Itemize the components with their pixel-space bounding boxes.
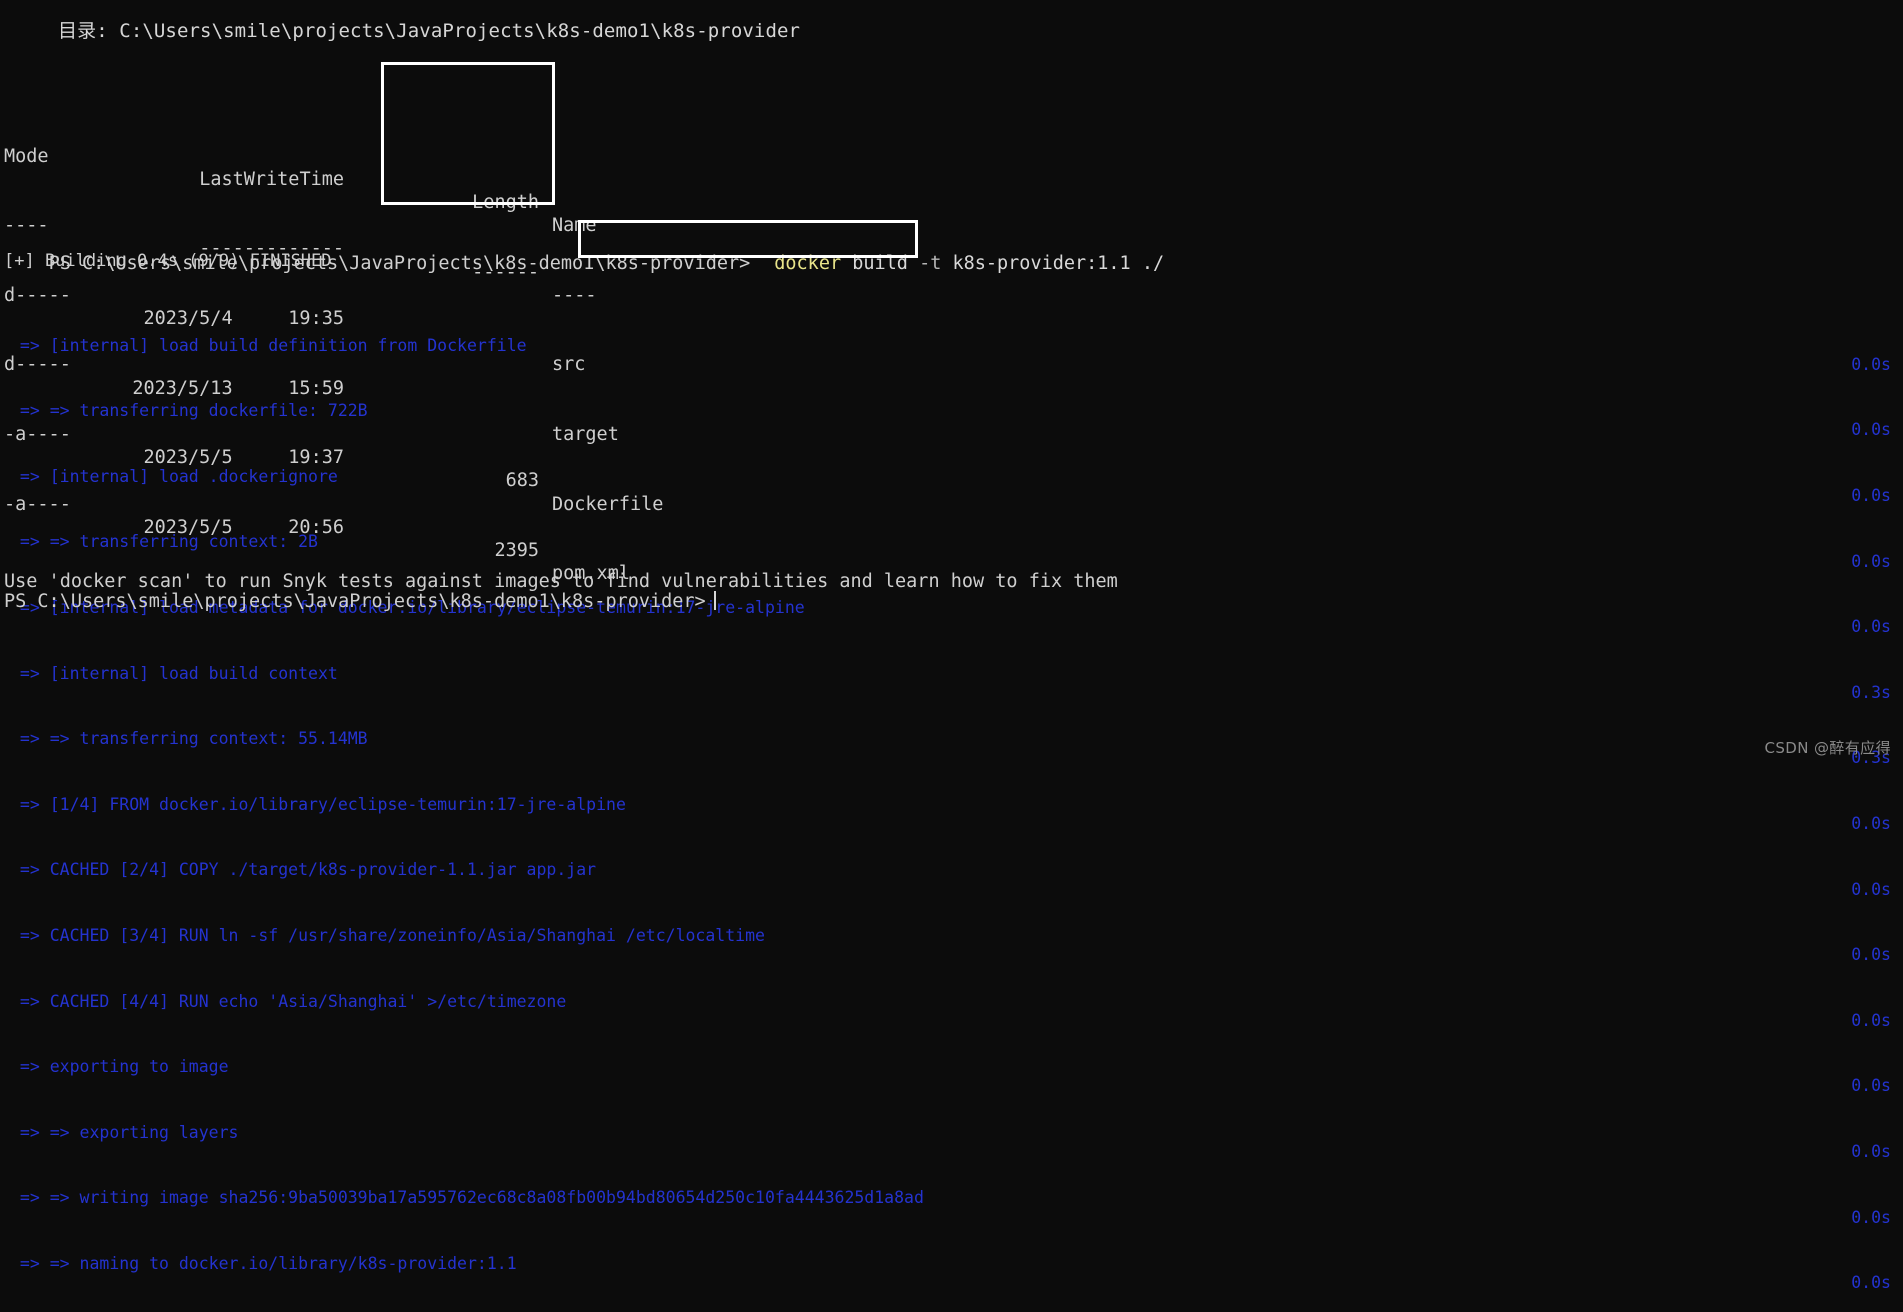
build-step-row: => => exporting layers 0.0s	[4, 1104, 1903, 1161]
build-step-row: => [internal] load build context 0.3s	[4, 644, 1903, 702]
build-step-text: => => writing image sha256:9ba50039ba17a…	[10, 1188, 924, 1208]
build-step-time: 0.0s	[1851, 354, 1891, 374]
final-prompt-path: PS C:\Users\smile\projects\JavaProjects\…	[4, 591, 706, 612]
build-step-time: 0.0s	[1851, 945, 1891, 965]
build-step-time: 0.0s	[1851, 420, 1891, 440]
build-step-row: => => transferring dockerfile: 722B 0.0s	[4, 382, 1903, 439]
build-step-row: => => naming to docker.io/library/k8s-pr…	[4, 1235, 1903, 1292]
build-step-time: 0.0s	[1851, 551, 1891, 571]
build-step-text: => exporting to image	[10, 1057, 229, 1077]
build-step-text: => [1/4] FROM docker.io/library/eclipse-…	[10, 794, 626, 814]
column-header-lastwritetime: LastWriteTime	[199, 168, 344, 190]
build-step-row: => exporting to image 0.0s	[4, 1038, 1903, 1095]
column-header-length: Length	[472, 192, 539, 214]
build-step-row: => => transferring context: 2B 0.0s	[4, 513, 1903, 570]
build-step-row: => [1/4] FROM docker.io/library/eclipse-…	[4, 776, 1903, 833]
build-step-text: => CACHED [3/4] RUN ln -sf /usr/share/zo…	[10, 925, 765, 945]
watermark: CSDN @醉有应得	[1764, 738, 1891, 757]
build-step-time: 0.0s	[1851, 1010, 1891, 1030]
build-step-text: => => exporting layers	[10, 1122, 239, 1142]
build-step-text: => CACHED [2/4] COPY ./target/k8s-provid…	[10, 860, 597, 880]
build-step-time: 0.0s	[1851, 879, 1891, 899]
build-step-time: 0.0s	[1851, 1141, 1891, 1161]
build-step-time: 0.0s	[1851, 813, 1891, 833]
build-step-row: => [internal] load .dockerignore 0.0s	[4, 448, 1903, 505]
column-header-mode: Mode	[4, 145, 49, 167]
build-step-row: => => transferring context: 55.14MB 0.3s	[4, 710, 1903, 767]
build-step-row: => CACHED [2/4] COPY ./target/k8s-provid…	[4, 841, 1903, 898]
build-step-row: => [internal] load build definition from…	[4, 316, 1903, 374]
listing-header-row: Mode LastWriteTime Length Name	[4, 121, 597, 237]
build-output: => [internal] load build definition from…	[4, 270, 1903, 1300]
build-step-time: 0.0s	[1851, 617, 1891, 637]
directory-header: 目录: C:\Users\smile\projects\JavaProjects…	[58, 20, 801, 42]
build-step-text: => => transferring context: 2B	[10, 532, 318, 552]
build-step-time: 0.0s	[1851, 1207, 1891, 1227]
listing-separator-row: ---- ------------- ------ ----	[4, 191, 597, 306]
build-step-text: => [internal] load build context	[10, 663, 338, 683]
build-step-text: => CACHED [4/4] RUN echo 'Asia/Shanghai'…	[10, 991, 567, 1011]
terminal-window: 目录: C:\Users\smile\projects\JavaProjects…	[0, 0, 1903, 1292]
build-step-text: => [internal] load build definition from…	[10, 335, 527, 355]
text-cursor	[713, 591, 716, 610]
build-step-text: => => transferring dockerfile: 722B	[10, 401, 368, 421]
highlight-box-length-name	[381, 62, 555, 205]
build-step-text: => => naming to docker.io/library/k8s-pr…	[10, 1253, 517, 1273]
final-prompt-line: PS C:\Users\smile\projects\JavaProjects\…	[4, 590, 716, 613]
build-step-row: => CACHED [3/4] RUN ln -sf /usr/share/zo…	[4, 907, 1903, 964]
build-step-time: 0.0s	[1851, 486, 1891, 505]
build-step-text: => [internal] load .dockerignore	[10, 466, 338, 486]
build-step-row: => CACHED [4/4] RUN echo 'Asia/Shanghai'…	[4, 972, 1903, 1030]
build-step-time: 0.3s	[1851, 682, 1891, 702]
build-step-time: 0.0s	[1851, 1076, 1891, 1096]
build-step-row: => => writing image sha256:9ba50039ba17a…	[4, 1169, 1903, 1226]
build-step-time: 0.0s	[1851, 1273, 1891, 1293]
build-step-text: => => transferring context: 55.14MB	[10, 729, 368, 749]
